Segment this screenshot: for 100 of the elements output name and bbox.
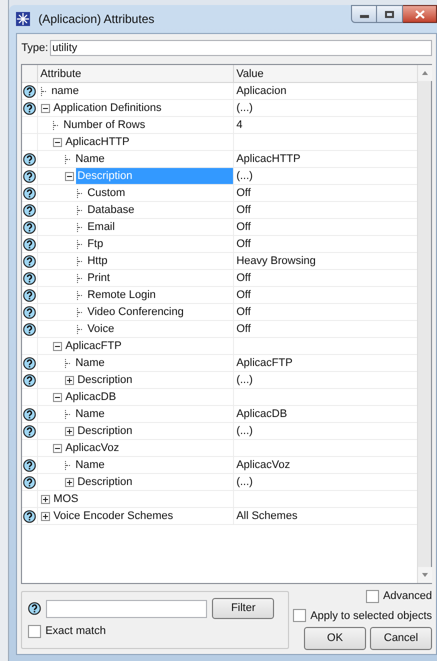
- attribute-value[interactable]: (...): [234, 100, 417, 116]
- attribute-value[interactable]: AplicacHTTP: [234, 151, 417, 167]
- help-icon[interactable]: [23, 476, 36, 488]
- help-icon[interactable]: [23, 306, 36, 318]
- dialog-button[interactable]: Cancel: [370, 627, 432, 650]
- attribute-name[interactable]: Name: [74, 456, 106, 474]
- help-icon[interactable]: [23, 204, 36, 216]
- filter-button[interactable]: Filter: [212, 598, 274, 619]
- scroll-up-icon[interactable]: [418, 65, 432, 81]
- collapse-icon[interactable]: [53, 138, 62, 146]
- collapse-icon[interactable]: [53, 444, 62, 452]
- type-field[interactable]: utility: [50, 40, 432, 56]
- attribute-value[interactable]: Off: [234, 219, 417, 235]
- expand-icon[interactable]: [41, 512, 50, 520]
- help-icon[interactable]: [23, 84, 36, 98]
- attribute-name[interactable]: Name: [74, 354, 106, 372]
- help-icon[interactable]: [23, 510, 36, 522]
- attribute-name[interactable]: Http: [86, 252, 108, 270]
- attribute-name[interactable]: Custom: [86, 184, 126, 202]
- attribute-name[interactable]: MOS: [52, 490, 80, 508]
- column-header[interactable]: Attribute: [38, 65, 234, 82]
- window-title: (Aplicacion) Attributes: [38, 11, 156, 28]
- app-icon: [16, 12, 30, 26]
- attribute-name[interactable]: Ftp: [86, 236, 104, 252]
- attribute-value[interactable]: Off: [234, 287, 417, 303]
- attribute-value[interactable]: (...): [234, 423, 417, 439]
- help-icon[interactable]: [23, 220, 36, 234]
- attribute-name[interactable]: AplicacVoz: [64, 440, 120, 456]
- close-button[interactable]: [403, 5, 437, 23]
- attribute-name[interactable]: Description: [76, 372, 134, 388]
- checkbox-label: Advanced: [383, 589, 432, 604]
- attribute-name[interactable]: Email: [86, 218, 116, 236]
- attribute-name[interactable]: Name: [74, 150, 106, 168]
- attribute-name[interactable]: Name: [74, 406, 106, 422]
- collapse-icon[interactable]: [41, 104, 50, 112]
- attribute-value[interactable]: Aplicacion: [234, 83, 417, 99]
- attribute-name[interactable]: Remote Login: [86, 286, 157, 304]
- attribute-value[interactable]: (...): [234, 474, 417, 490]
- attribute-name[interactable]: AplicacDB: [64, 388, 118, 406]
- attribute-value[interactable]: Off: [234, 304, 417, 320]
- collapse-icon[interactable]: [65, 172, 74, 180]
- attribute-name[interactable]: Video Conferencing: [86, 304, 185, 320]
- help-icon[interactable]: [23, 186, 36, 200]
- attribute-value[interactable]: AplicacVoz: [234, 457, 417, 473]
- attribute-name[interactable]: name: [50, 82, 80, 100]
- minimize-button[interactable]: [351, 5, 377, 23]
- attribute-name[interactable]: Voice Encoder Schemes: [52, 508, 174, 524]
- column-header[interactable]: Value: [234, 65, 417, 82]
- checkbox[interactable]: [293, 609, 306, 622]
- help-icon[interactable]: [23, 322, 36, 336]
- help-icon[interactable]: [23, 424, 36, 438]
- attribute-name[interactable]: Number of Rows: [62, 116, 146, 134]
- attribute-value[interactable]: 4: [234, 117, 417, 133]
- attribute-name[interactable]: AplicacFTP: [64, 338, 123, 354]
- expand-icon[interactable]: [41, 494, 50, 504]
- dialog-button[interactable]: OK: [304, 627, 366, 650]
- attribute-value[interactable]: (...): [234, 168, 417, 184]
- attribute-name[interactable]: Application Definitions: [52, 100, 163, 116]
- attribute-name[interactable]: Print: [86, 270, 111, 286]
- attribute-value[interactable]: AplicacDB: [234, 406, 417, 422]
- attribute-name[interactable]: AplicacHTTP: [64, 134, 130, 150]
- help-icon[interactable]: [23, 170, 36, 182]
- help-icon[interactable]: [23, 458, 36, 472]
- close-icon: [414, 10, 424, 18]
- type-label: Type:: [21, 40, 48, 56]
- attribute-value[interactable]: (...): [234, 372, 417, 388]
- help-icon[interactable]: [28, 602, 42, 615]
- attribute-name[interactable]: Description: [76, 474, 134, 490]
- checkbox[interactable]: [366, 590, 380, 603]
- expand-icon[interactable]: [65, 478, 74, 486]
- help-icon[interactable]: [23, 254, 36, 268]
- attribute-value[interactable]: Off: [234, 236, 417, 252]
- help-icon[interactable]: [23, 356, 36, 370]
- filter-field[interactable]: [46, 600, 208, 618]
- attribute-value[interactable]: Off: [234, 185, 417, 201]
- attribute-name[interactable]: Database: [86, 202, 136, 218]
- attribute-value[interactable]: Off: [234, 321, 417, 337]
- expand-icon[interactable]: [65, 426, 74, 436]
- help-icon[interactable]: [23, 152, 36, 166]
- attribute-value[interactable]: Heavy Browsing: [234, 253, 417, 269]
- attribute-name[interactable]: Description: [76, 422, 134, 440]
- scroll-down-icon[interactable]: [418, 567, 432, 583]
- checkbox-label: Exact match: [45, 624, 106, 639]
- attribute-value[interactable]: AplicacFTP: [234, 355, 417, 371]
- attribute-name[interactable]: Voice: [86, 320, 116, 338]
- help-icon[interactable]: [23, 408, 36, 420]
- collapse-icon[interactable]: [53, 392, 62, 402]
- help-icon[interactable]: [23, 272, 36, 284]
- maximize-button[interactable]: [377, 5, 403, 23]
- expand-icon[interactable]: [65, 376, 74, 384]
- help-icon[interactable]: [23, 288, 36, 302]
- attribute-value[interactable]: Off: [234, 270, 417, 286]
- attribute-value[interactable]: Off: [234, 202, 417, 218]
- attribute-value[interactable]: All Schemes: [234, 508, 417, 524]
- collapse-icon[interactable]: [53, 342, 62, 350]
- scrollbar[interactable]: [417, 65, 431, 583]
- checkbox[interactable]: [28, 624, 42, 638]
- help-icon[interactable]: [23, 374, 36, 386]
- help-icon[interactable]: [23, 102, 36, 114]
- help-icon[interactable]: [23, 238, 36, 250]
